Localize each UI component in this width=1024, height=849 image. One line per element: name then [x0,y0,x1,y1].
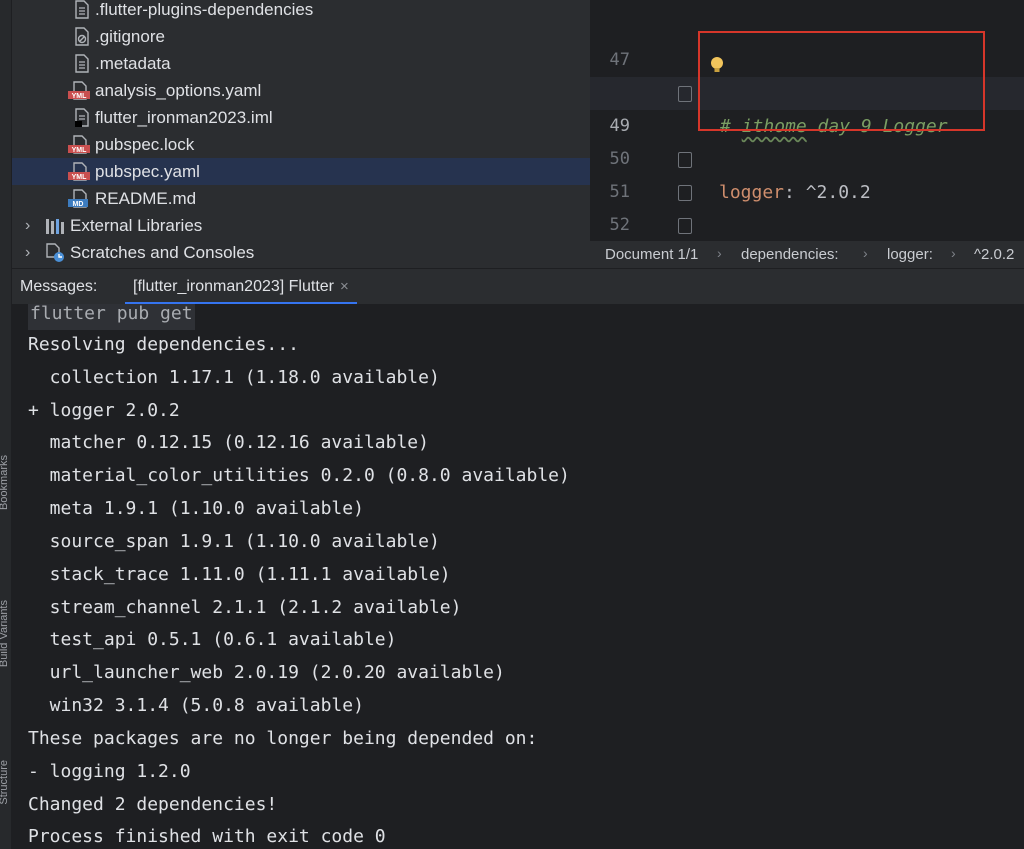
console-line: win32 3.1.4 (5.0.8 available) [28,695,364,716]
console-line: material_color_utilities 0.2.0 (0.8.0 av… [28,465,570,486]
side-tab-build-variants[interactable]: Build Variants [0,600,12,667]
editor-line-52[interactable]: 52 flutter_test: [590,176,1024,235]
tree-item-metadata[interactable]: .metadata [11,50,590,77]
side-tab-bookmarks[interactable]: Bookmarks [0,455,12,510]
breadcrumb-item-version[interactable]: ^2.0.2 [974,246,1014,263]
text-file-icon [75,0,89,19]
console-command: flutter pub get [28,304,195,330]
tree-item-label: analysis_options.yaml [95,81,262,100]
chevron-right-icon[interactable]: › [25,239,30,266]
svg-text:YML: YML [72,93,88,100]
tree-item-label: .flutter-plugins-dependencies [95,0,314,19]
yaml-file-icon: YML [68,162,90,181]
tree-item-analysis-options-yaml[interactable]: YML analysis_options.yaml [11,77,590,104]
console-line: stream_channel 2.1.1 (2.1.2 available) [28,597,462,618]
console-line: meta 1.9.1 (1.10.0 available) [28,498,364,519]
tree-item-label: flutter_ironman2023.iml [95,108,273,127]
breadcrumb-item-logger[interactable]: logger: [887,246,933,263]
svg-text:YML: YML [72,147,88,154]
yaml-file-icon: YML [68,135,90,154]
tree-group-external-libraries[interactable]: › External Libraries [11,212,590,239]
console-line: Resolving dependencies... [28,334,299,355]
tree-group-scratches-and-consoles[interactable]: › Scratches and Consoles [11,239,590,266]
scratches-icon [46,243,64,262]
chevron-right-icon: › [717,245,722,261]
tree-item-label: pubspec.lock [95,135,195,154]
text-file-icon [75,54,89,73]
console-line: - logging 1.2.0 [28,761,191,782]
console-line: matcher 0.12.15 (0.12.16 available) [28,432,429,453]
tree-item-label: README.md [95,189,197,208]
breadcrumb-item-dependencies[interactable]: dependencies: [741,246,839,263]
tree-item-pubspec-lock[interactable]: YML pubspec.lock [11,131,590,158]
console-line: Changed 2 dependencies! [28,794,278,815]
tree-item-readme-md[interactable]: MD README.md [11,185,590,212]
messages-tab-bar: Messages: [flutter_ironman2023] Flutter × [0,268,1024,305]
fold-marker-icon[interactable] [678,218,692,234]
svg-text:YML: YML [72,174,88,181]
console-line: + logger 2.0.2 [28,400,180,421]
libraries-icon [46,219,64,234]
console-line: test_api 0.5.1 (0.6.1 available) [28,629,397,650]
console-line: url_launcher_web 2.0.19 (2.0.20 availabl… [28,662,505,683]
yaml-file-icon: YML [68,81,90,100]
breadcrumb: Document 1/1 › dependencies: › logger: ›… [590,240,1024,269]
tree-item-label: Scratches and Consoles [70,243,255,262]
side-tab-structure[interactable]: Structure [0,760,12,805]
console-line: These packages are no longer being depen… [28,728,538,749]
console-line: collection 1.17.1 (1.18.0 available) [28,367,440,388]
tree-item-flutter-ironman2023-iml[interactable]: flutter_ironman2023.iml [11,104,590,131]
tree-item-gitignore[interactable]: .gitignore [11,23,590,50]
tab-label: [flutter_ironman2023] Flutter [133,278,334,295]
svg-text:MD: MD [73,201,84,208]
close-icon[interactable]: × [340,278,349,295]
tab-flutter-run[interactable]: [flutter_ironman2023] Flutter × [125,269,357,305]
tree-item-label: External Libraries [70,216,203,235]
breadcrumb-item-document[interactable]: Document 1/1 [605,246,698,263]
iml-file-icon [75,108,89,127]
console-output[interactable]: flutter pub get Resolving dependencies..… [11,304,1024,849]
left-tool-strip [0,0,12,849]
chevron-right-icon: › [863,245,868,261]
highlight-annotation-box [698,31,985,131]
console-line: Process finished with exit code 0 [28,826,386,847]
gitignore-file-icon [75,27,89,46]
tree-item-label: .gitignore [95,27,165,46]
chevron-right-icon[interactable]: › [25,212,30,239]
tree-item-label: .metadata [95,54,171,73]
console-line: stack_trace 1.11.0 (1.11.1 available) [28,564,451,585]
tree-item-pubspec-yaml[interactable]: YML pubspec.yaml [11,158,590,185]
fold-marker-icon[interactable] [678,152,692,168]
fold-marker-icon[interactable] [678,86,692,102]
messages-label: Messages: [20,278,98,295]
console-line: source_span 1.9.1 (1.10.0 available) [28,531,440,552]
editor-line-51[interactable]: 51 dev_dependencies: [590,143,1024,202]
chevron-right-icon: › [951,245,956,261]
tree-item-flutter-plugins-dependencies[interactable]: .flutter-plugins-dependencies [11,0,590,23]
tree-item-label: pubspec.yaml [95,162,200,181]
project-tree: .flutter-plugins-dependencies .gitignore… [0,0,590,268]
fold-marker-icon[interactable] [678,185,692,201]
markdown-file-icon: MD [68,189,88,208]
lightbulb-icon[interactable] [710,56,724,74]
editor-line-53[interactable]: 53 sdk: flutter [590,209,1024,240]
